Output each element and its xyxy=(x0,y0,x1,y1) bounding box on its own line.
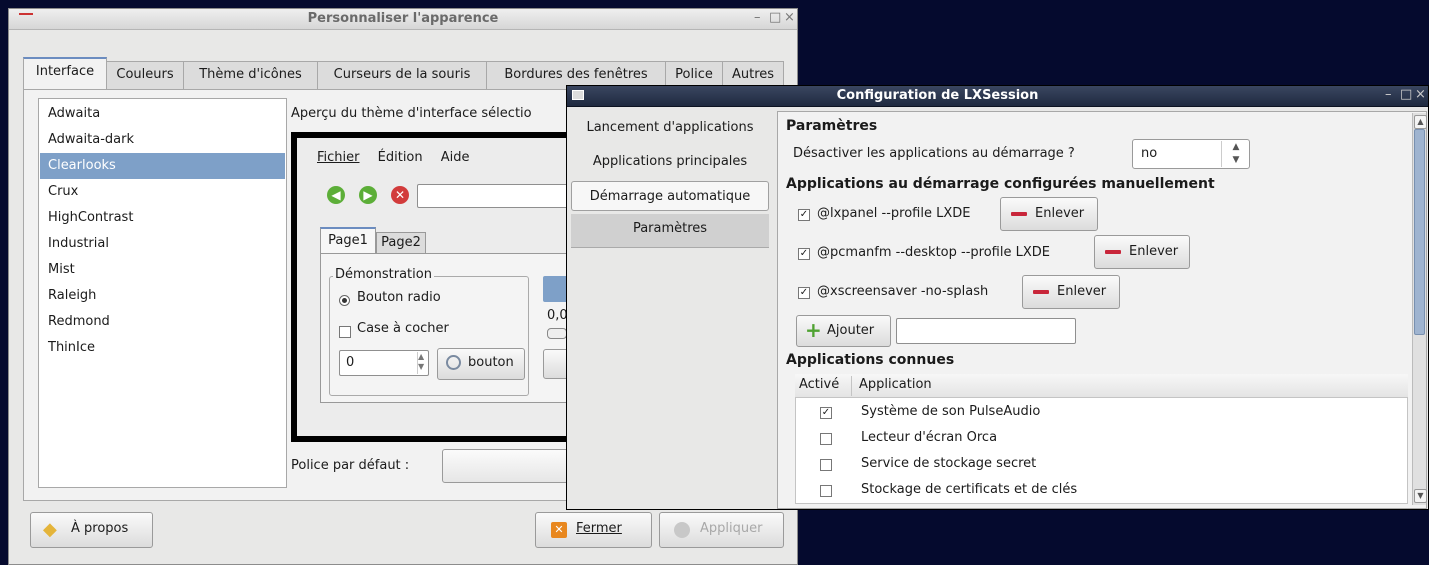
stop-icon[interactable]: ✕ xyxy=(391,186,409,204)
radio-label[interactable]: Bouton radio xyxy=(357,290,441,305)
app-checkbox[interactable]: ✓ xyxy=(798,209,810,221)
appearance-titlebar[interactable]: Personnaliser l'apparence – □ × xyxy=(9,9,797,30)
list-item[interactable]: Industrial xyxy=(40,231,285,257)
known-app-checkbox[interactable]: ✓ xyxy=(820,407,832,419)
disable-select[interactable]: no ▲ ▼ xyxy=(1132,139,1250,169)
demo-group-label: Démonstration xyxy=(333,267,434,282)
radio-icon[interactable] xyxy=(339,295,350,306)
app-command: @xscreensaver -no-splash xyxy=(817,284,989,299)
remove-button[interactable]: Enlever xyxy=(1022,275,1120,309)
add-command-input[interactable] xyxy=(896,318,1076,344)
known-app-checkbox[interactable] xyxy=(820,459,832,471)
about-button[interactable]: ◆ À propos xyxy=(30,512,153,548)
lxsession-title: Configuration de LXSession xyxy=(836,88,1039,103)
app-command: @lxpanel --profile LXDE xyxy=(817,206,971,221)
known-app-checkbox[interactable] xyxy=(820,433,832,445)
scroll-thumb[interactable] xyxy=(1414,129,1425,335)
table-row: Stockage de certificats et de clés xyxy=(861,482,1078,497)
lxsession-titlebar[interactable]: Configuration de LXSession – □ × xyxy=(567,86,1428,107)
list-item[interactable]: Adwaita xyxy=(40,101,285,127)
lxsession-window: Configuration de LXSession – □ × Lanceme… xyxy=(566,85,1429,510)
scale-value: 0,0 xyxy=(547,308,568,323)
tab-icon-theme[interactable]: Thème d'icônes xyxy=(183,61,318,89)
sidebar-item-settings[interactable]: Paramètres xyxy=(571,214,769,248)
preview-tab-page2[interactable]: Page2 xyxy=(376,232,426,253)
tab-mouse-cursors[interactable]: Curseurs de la souris xyxy=(317,61,487,89)
list-item-selected[interactable]: Clearlooks xyxy=(40,153,285,179)
list-item[interactable]: HighContrast xyxy=(40,205,285,231)
add-plus-icon: + xyxy=(805,318,822,342)
spin-input[interactable]: 0 xyxy=(339,350,429,376)
close-icon[interactable]: × xyxy=(784,10,795,25)
forward-icon[interactable]: ▶ xyxy=(359,186,377,204)
params-header: Paramètres xyxy=(786,118,878,134)
maximize-icon[interactable]: □ xyxy=(1400,87,1412,102)
spin-arrows-icon[interactable]: ▲ ▼ xyxy=(417,352,428,374)
remove-icon xyxy=(1011,211,1027,216)
column-header-enabled[interactable]: Activé xyxy=(799,377,839,392)
known-app-checkbox[interactable] xyxy=(820,485,832,497)
table-row: Service de stockage secret xyxy=(861,456,1037,471)
app-checkbox[interactable]: ✓ xyxy=(798,287,810,299)
column-divider xyxy=(851,376,852,396)
list-item[interactable]: Mist xyxy=(40,257,285,283)
apply-button[interactable]: Appliquer xyxy=(659,512,784,548)
known-header: Applications connues xyxy=(786,352,955,368)
list-item[interactable]: Raleigh xyxy=(40,283,285,309)
theme-list[interactable]: Adwaita Adwaita-dark Clearlooks Crux Hig… xyxy=(38,98,287,488)
list-item[interactable]: Crux xyxy=(40,179,285,205)
font-picker[interactable] xyxy=(442,449,582,483)
minimize-icon[interactable]: – xyxy=(1385,87,1392,102)
maximize-icon[interactable]: □ xyxy=(769,10,781,25)
close-button[interactable]: ✕ Fermer xyxy=(535,512,652,548)
manual-header: Applications au démarrage configurées ma… xyxy=(786,176,1215,192)
checkbox-icon[interactable] xyxy=(339,326,351,338)
sidebar-item-main-apps[interactable]: Applications principales xyxy=(571,147,769,177)
remove-icon xyxy=(1033,289,1049,294)
app-command: @pcmanfm --desktop --profile LXDE xyxy=(817,245,1050,260)
theme-preview: Fichier Édition Aide ◀ ▶ ✕ Page1 Page2 D… xyxy=(291,132,587,442)
remove-icon xyxy=(1105,249,1121,254)
preview-tab-page1[interactable]: Page1 xyxy=(320,227,376,253)
preview-menu-help[interactable]: Aide xyxy=(441,150,470,165)
appearance-title: Personnaliser l'apparence xyxy=(307,11,499,26)
table-row: Système de son PulseAudio xyxy=(861,404,1041,419)
remove-button[interactable]: Enlever xyxy=(1000,197,1098,231)
disable-label: Désactiver les applications au démarrage… xyxy=(793,146,1075,161)
sidebar-item-autostart[interactable]: Démarrage automatique xyxy=(571,181,769,211)
close-button-icon: ✕ xyxy=(551,522,567,538)
table-row: Lecteur d'écran Orca xyxy=(861,430,998,445)
checkbox-label[interactable]: Case à cocher xyxy=(357,321,449,336)
preview-menu-file[interactable]: Fichier xyxy=(317,150,360,165)
tab-interface[interactable]: Interface xyxy=(23,57,107,90)
search-icon xyxy=(446,355,461,370)
minimize-icon[interactable]: – xyxy=(754,10,761,25)
preview-button[interactable]: bouton xyxy=(437,348,525,380)
column-header-application[interactable]: Application xyxy=(859,377,932,392)
about-star-icon: ◆ xyxy=(43,519,57,540)
close-icon[interactable]: × xyxy=(1415,87,1426,102)
app-checkbox[interactable]: ✓ xyxy=(798,248,810,260)
select-arrows-icon: ▲ ▼ xyxy=(1221,141,1250,167)
sidebar-item-app-launch[interactable]: Lancement d'applications xyxy=(571,113,769,143)
back-icon[interactable]: ◀ xyxy=(327,186,345,204)
list-item[interactable]: Adwaita-dark xyxy=(40,127,285,153)
scroll-up-icon[interactable]: ▲ xyxy=(1414,115,1427,129)
preview-entry[interactable] xyxy=(417,184,587,208)
list-item[interactable]: Redmond xyxy=(40,309,285,335)
preview-menu-edit[interactable]: Édition xyxy=(378,150,423,165)
scale-handle[interactable] xyxy=(547,328,567,339)
list-item[interactable]: ThinIce xyxy=(40,335,285,361)
scrollbar[interactable]: ▲ ▼ xyxy=(1412,113,1427,505)
font-label: Police par défaut : xyxy=(291,458,410,473)
scroll-down-icon[interactable]: ▼ xyxy=(1414,489,1427,503)
preview-label: Aperçu du thème d'interface sélectio xyxy=(291,106,532,121)
preview-window: Fichier Édition Aide ◀ ▶ ✕ Page1 Page2 D… xyxy=(297,138,587,436)
add-button[interactable]: + Ajouter xyxy=(796,315,891,347)
tab-couleurs[interactable]: Couleurs xyxy=(106,61,184,89)
remove-button[interactable]: Enlever xyxy=(1094,235,1190,269)
preview-menubar: Fichier Édition Aide xyxy=(317,150,470,165)
apply-icon xyxy=(674,522,690,538)
